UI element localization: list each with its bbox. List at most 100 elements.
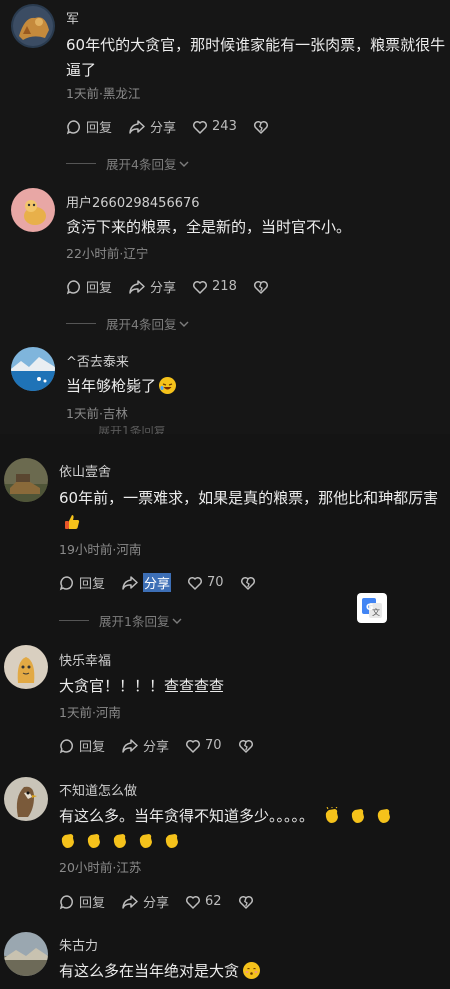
reply-button[interactable]: 回复 <box>66 117 112 136</box>
username[interactable]: 不知道怎么做 <box>59 780 137 799</box>
collapsed-expand-replies[interactable]: 展开1条回复 <box>98 426 166 434</box>
reply-label: 回复 <box>86 281 113 296</box>
avatar[interactable] <box>4 458 48 502</box>
avatar[interactable] <box>11 4 55 48</box>
reply-bubble-icon <box>59 738 73 753</box>
comment-text: 60年前，一票难求，如果是真的粮票，那他比和珅都厉害 <box>59 486 439 536</box>
expand-replies[interactable]: 展开1条回复 <box>59 611 183 630</box>
chevron-down-icon <box>179 161 189 167</box>
chevron-down-icon <box>179 321 189 327</box>
broken-heart-icon <box>253 280 268 294</box>
comment-text: 当年够枪毙了 <box>66 374 446 399</box>
share-arrow-icon <box>122 738 138 753</box>
translate-icon: G 文 <box>362 598 382 618</box>
thumbs-up-emoji-icon <box>63 513 81 531</box>
reply-label: 回复 <box>79 577 106 592</box>
heart-icon <box>185 739 201 753</box>
share-arrow-icon <box>122 575 138 590</box>
like-count: 218 <box>212 279 237 294</box>
divider <box>66 163 96 164</box>
reply-button[interactable]: 回复 <box>59 573 105 592</box>
comment-text: 大贪官！！！！查查查查 <box>59 677 225 695</box>
heart-icon <box>185 895 201 909</box>
reply-button[interactable]: 回复 <box>59 892 105 911</box>
dislike-button[interactable] <box>238 738 258 754</box>
share-button[interactable]: 分享 <box>121 573 172 592</box>
dislike-button[interactable] <box>240 575 260 591</box>
clap-emoji-icon <box>113 834 126 848</box>
share-label-selected: 分享 <box>143 573 172 592</box>
reply-bubble-icon <box>59 575 73 590</box>
svg-text:文: 文 <box>372 607 380 617</box>
clapping-emoji-row <box>319 807 397 825</box>
username[interactable]: 朱古力 <box>59 935 98 954</box>
reply-bubble-icon <box>66 279 80 294</box>
laughing-emoji-icon <box>159 377 177 394</box>
comment-text: 贪污下来的粮票，全是新的，当时官不小。 <box>66 218 352 236</box>
avatar[interactable] <box>11 188 55 232</box>
comment-text: 有这么多。当年贪得不知道多少。。。。。 <box>59 804 439 854</box>
heart-icon <box>192 120 208 134</box>
reply-button[interactable]: 回复 <box>66 277 112 296</box>
like-count: 62 <box>205 894 222 909</box>
like-button[interactable]: 70 <box>187 575 224 591</box>
share-button[interactable]: 分享 <box>128 117 176 136</box>
username[interactable]: 依山壹舍 <box>59 461 111 480</box>
comment-meta: 1天前·河南 <box>59 705 121 720</box>
comment-actions: 回复 分享 70 <box>59 736 274 755</box>
comment-text: 60年代的大贪官，那时候谁家能有一张肉票，粮票就很牛逼了 <box>66 36 446 79</box>
dislike-button[interactable] <box>238 894 258 910</box>
clap-emoji-icon <box>325 807 338 823</box>
reply-bubble-icon <box>59 894 73 909</box>
like-button[interactable]: 62 <box>185 894 222 910</box>
translate-button[interactable]: G 文 <box>357 593 387 623</box>
broken-heart-icon <box>240 576 255 590</box>
clapping-emoji-row-2 <box>55 832 185 850</box>
comment-text-content: 有这么多。当年贪得不知道多少。。。。。 <box>59 807 315 825</box>
share-label: 分享 <box>143 896 170 911</box>
reply-button[interactable]: 回复 <box>59 736 105 755</box>
avatar[interactable] <box>4 777 48 821</box>
share-arrow-icon <box>122 894 138 909</box>
share-button[interactable]: 分享 <box>121 892 169 911</box>
comment-text-content: 当年够枪毙了 <box>66 377 157 395</box>
heart-icon <box>192 280 208 294</box>
avatar[interactable] <box>4 645 48 689</box>
share-button[interactable]: 分享 <box>121 736 169 755</box>
expand-replies[interactable]: 展开4条回复 <box>66 314 190 333</box>
like-count: 70 <box>207 575 224 590</box>
like-button[interactable]: 243 <box>192 119 237 135</box>
like-button[interactable]: 70 <box>185 738 222 754</box>
expand-label: 展开1条回复 <box>99 614 170 629</box>
comment-meta: 19小时前·河南 <box>59 542 142 557</box>
comment-meta: 1天前·吉林 <box>66 406 128 421</box>
like-button[interactable]: 218 <box>192 279 237 295</box>
comment-actions: 回复 分享 62 <box>59 892 274 911</box>
clap-emoji-icon <box>351 809 364 823</box>
username[interactable]: 用户2660298456676 <box>66 192 200 211</box>
comment-text-content: 有这么多在当年绝对是大贪 <box>59 962 240 980</box>
avatar[interactable] <box>4 932 48 976</box>
share-button[interactable]: 分享 <box>128 277 176 296</box>
divider <box>59 620 89 621</box>
clap-emoji-icon <box>87 834 100 848</box>
like-count: 243 <box>212 119 237 134</box>
reply-label: 回复 <box>79 740 106 755</box>
username[interactable]: 快乐幸福 <box>59 650 111 669</box>
share-arrow-icon <box>129 279 145 294</box>
reply-label: 回复 <box>86 121 113 136</box>
reply-bubble-icon <box>66 119 80 134</box>
clap-emoji-icon <box>377 809 390 823</box>
broken-heart-icon <box>238 739 253 753</box>
comment-meta: 20小时前·江苏 <box>59 860 142 875</box>
dislike-button[interactable] <box>253 119 273 135</box>
username[interactable]: ^否去泰来 <box>66 351 129 370</box>
expand-label: 展开4条回复 <box>106 317 177 332</box>
dislike-button[interactable] <box>253 279 273 295</box>
share-label: 分享 <box>150 281 177 296</box>
reply-label: 回复 <box>79 896 106 911</box>
avatar[interactable] <box>11 347 55 391</box>
expand-replies[interactable]: 展开4条回复 <box>66 154 190 173</box>
username[interactable]: 军 <box>66 8 79 27</box>
chevron-down-icon <box>172 618 182 624</box>
